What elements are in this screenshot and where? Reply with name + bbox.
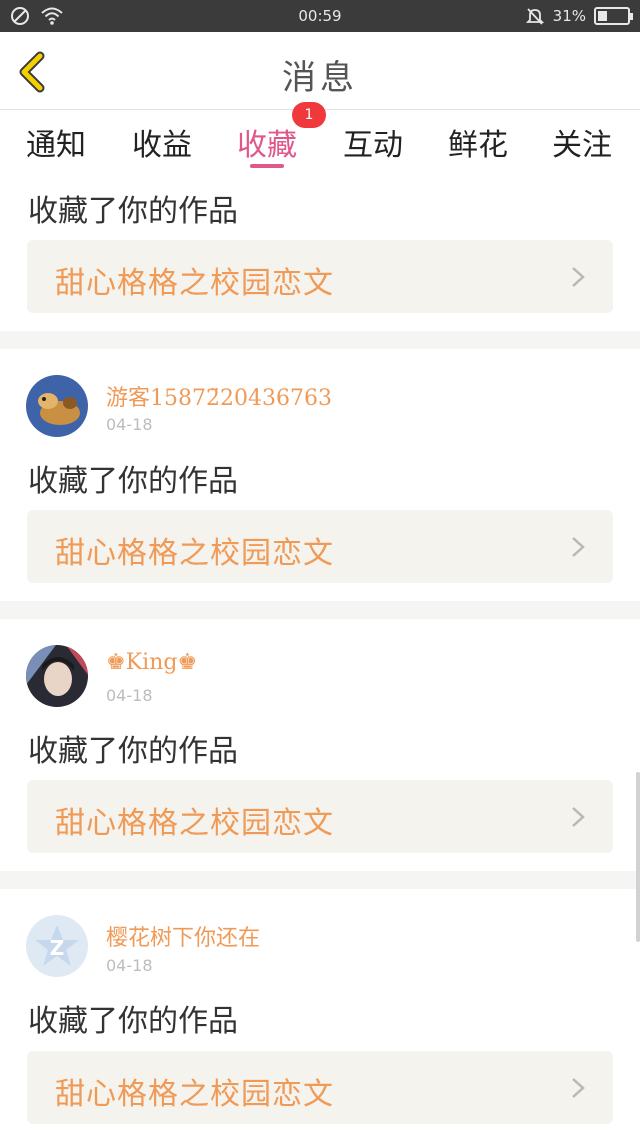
message-date: 04-18 [106, 956, 153, 975]
avatar[interactable] [26, 645, 88, 707]
work-card[interactable]: 甜心格格之校园恋文 [27, 780, 613, 853]
chevron-right-icon [572, 807, 585, 827]
divider [0, 601, 640, 619]
divider [0, 331, 640, 349]
message-text: 收藏了你的作品 [28, 1004, 238, 1039]
divider [0, 871, 640, 889]
work-card[interactable]: 甜心格格之校园恋文 [27, 1051, 613, 1124]
unread-badge: 1 [292, 102, 326, 128]
tab-flowers[interactable]: 鲜花 [438, 120, 518, 164]
chevron-right-icon [572, 1078, 585, 1098]
message-text: 收藏了你的作品 [28, 734, 238, 769]
battery-icon [594, 7, 633, 25]
chevron-right-icon [572, 267, 585, 287]
username[interactable]: 游客15872̈20436763 [106, 380, 332, 412]
work-card[interactable]: 甜心格格之校园恋文 [27, 240, 613, 313]
status-bar: 00:59 31% [0, 0, 640, 32]
avatar[interactable]: Z [26, 915, 88, 977]
message-text: 收藏了你的作品 [28, 194, 238, 229]
battery-percent: 31% [552, 7, 586, 25]
message-text: 收藏了你的作品 [28, 464, 238, 499]
tab-interactions[interactable]: 互动 [333, 120, 413, 164]
tab-favorites[interactable]: 收藏 [227, 120, 307, 164]
scrollbar[interactable] [636, 772, 640, 942]
work-title: 甜心格格之校园恋文 [55, 806, 334, 841]
tab-notifications[interactable]: 通知 [16, 120, 96, 164]
message-date: 04-18 [106, 415, 153, 434]
work-title: 甜心格格之校园恋文 [55, 536, 334, 571]
work-title: 甜心格格之校园恋文 [55, 1077, 334, 1112]
work-card[interactable]: 甜心格格之校园恋文 [27, 510, 613, 583]
username[interactable]: ♚King♚ [106, 650, 197, 675]
header: 消息 [0, 32, 640, 110]
chevron-right-icon [572, 537, 585, 557]
svg-text:Z: Z [50, 936, 65, 960]
page-title: 消息 [282, 58, 358, 98]
avatar[interactable] [26, 375, 88, 437]
active-tab-indicator [250, 164, 284, 168]
muted-bell-icon [525, 8, 544, 25]
work-title: 甜心格格之校园恋文 [55, 266, 334, 301]
message-date: 04-18 [106, 686, 153, 705]
tab-follows[interactable]: 关注 [542, 120, 622, 164]
tab-earnings[interactable]: 收益 [122, 120, 202, 164]
username[interactable]: 樱花树下你还在 [106, 920, 260, 952]
